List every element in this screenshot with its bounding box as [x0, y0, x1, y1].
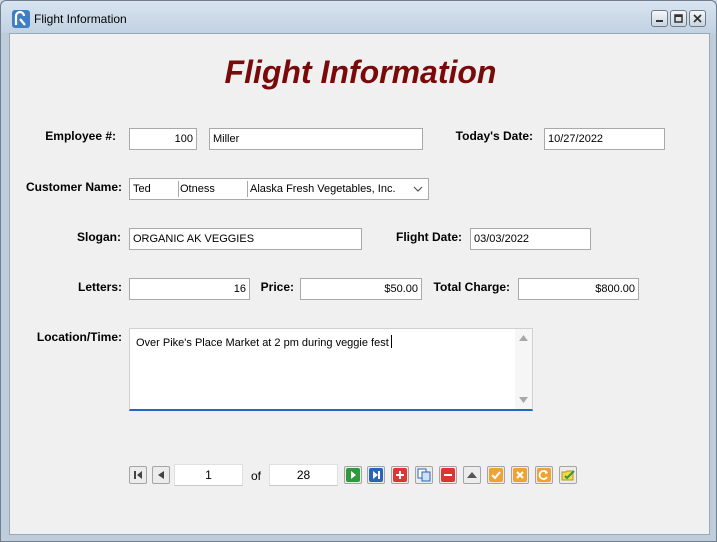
customer-last-name: Otness	[180, 183, 215, 195]
previous-record-button[interactable]	[152, 466, 170, 484]
title-bar[interactable]: Flight Information	[1, 1, 716, 33]
record-of-label: of	[251, 469, 262, 483]
close-icon	[693, 14, 702, 23]
app-window: Flight Information Flight Information Em…	[0, 0, 717, 542]
combo-column-divider	[178, 181, 179, 197]
form-body: Flight Information Employee #: 100 Mille…	[9, 33, 710, 535]
first-record-button[interactable]	[129, 466, 147, 484]
slogan-field[interactable]: ORGANIC AK VEGGIES	[129, 228, 362, 250]
minimize-icon	[656, 20, 663, 22]
employee-label: Employee #:	[45, 129, 116, 143]
post-edit-button[interactable]	[487, 466, 505, 484]
customer-first-name: Ted	[133, 183, 151, 195]
cancel-icon	[513, 468, 527, 482]
folder-check-icon	[561, 470, 575, 481]
app-logo-icon	[12, 10, 30, 28]
total-records-field: 28	[269, 464, 338, 486]
restore-icon	[674, 14, 683, 23]
apply-filter-button[interactable]	[559, 466, 577, 484]
vertical-scrollbar[interactable]	[515, 329, 532, 409]
first-record-icon	[134, 471, 142, 479]
cancel-edit-button[interactable]	[511, 466, 529, 484]
slogan-label: Slogan:	[77, 230, 121, 244]
scroll-up-icon[interactable]	[519, 335, 528, 341]
letters-label: Letters:	[77, 280, 122, 294]
copy-record-button[interactable]	[415, 466, 433, 484]
letters-field[interactable]: 16	[129, 278, 250, 300]
employee-number-field[interactable]: 100	[129, 128, 197, 150]
check-icon	[489, 468, 503, 482]
triangle-up-icon	[467, 472, 477, 478]
next-record-icon	[346, 468, 360, 482]
last-record-icon	[369, 468, 383, 482]
previous-record-icon	[158, 471, 164, 479]
refresh-icon	[537, 468, 551, 482]
customer-name-combobox[interactable]: Ted Otness Alaska Fresh Vegetables, Inc.	[129, 178, 429, 200]
plus-icon	[393, 468, 407, 482]
restore-button[interactable]	[670, 10, 687, 27]
todays-date-field[interactable]: 10/27/2022	[544, 128, 665, 150]
location-time-label: Location/Time:	[36, 330, 122, 344]
edit-record-button[interactable]	[463, 466, 481, 484]
scroll-down-icon[interactable]	[519, 397, 528, 403]
close-button[interactable]	[689, 10, 706, 27]
last-record-button[interactable]	[367, 466, 385, 484]
copy-icon	[417, 468, 431, 482]
employee-name-field[interactable]: Miller	[209, 128, 423, 150]
price-field[interactable]: $50.00	[300, 278, 422, 300]
window-title: Flight Information	[34, 12, 127, 26]
minus-icon	[441, 468, 455, 482]
location-time-textarea[interactable]: Over Pike's Place Market at 2 pm during …	[129, 328, 533, 411]
combo-column-divider	[247, 181, 248, 197]
customer-company: Alaska Fresh Vegetables, Inc.	[250, 183, 396, 195]
total-charge-field[interactable]: $800.00	[518, 278, 639, 300]
flight-date-label: Flight Date:	[396, 230, 462, 244]
todays-date-label: Today's Date:	[455, 129, 533, 143]
minimize-button[interactable]	[651, 10, 668, 27]
total-charge-label: Total Charge:	[433, 280, 510, 294]
refresh-button[interactable]	[535, 466, 553, 484]
form-heading: Flight Information	[224, 54, 497, 90]
delete-record-button[interactable]	[439, 466, 457, 484]
flight-date-field[interactable]: 03/03/2022	[470, 228, 591, 250]
customer-name-label: Customer Name:	[25, 180, 122, 194]
add-record-button[interactable]	[391, 466, 409, 484]
chevron-down-icon[interactable]	[413, 186, 423, 193]
price-label: Price:	[260, 280, 294, 294]
next-record-button[interactable]	[344, 466, 362, 484]
current-record-field[interactable]: 1	[174, 464, 243, 486]
text-caret	[390, 335, 392, 348]
location-time-text: Over Pike's Place Market at 2 pm during …	[136, 337, 389, 349]
